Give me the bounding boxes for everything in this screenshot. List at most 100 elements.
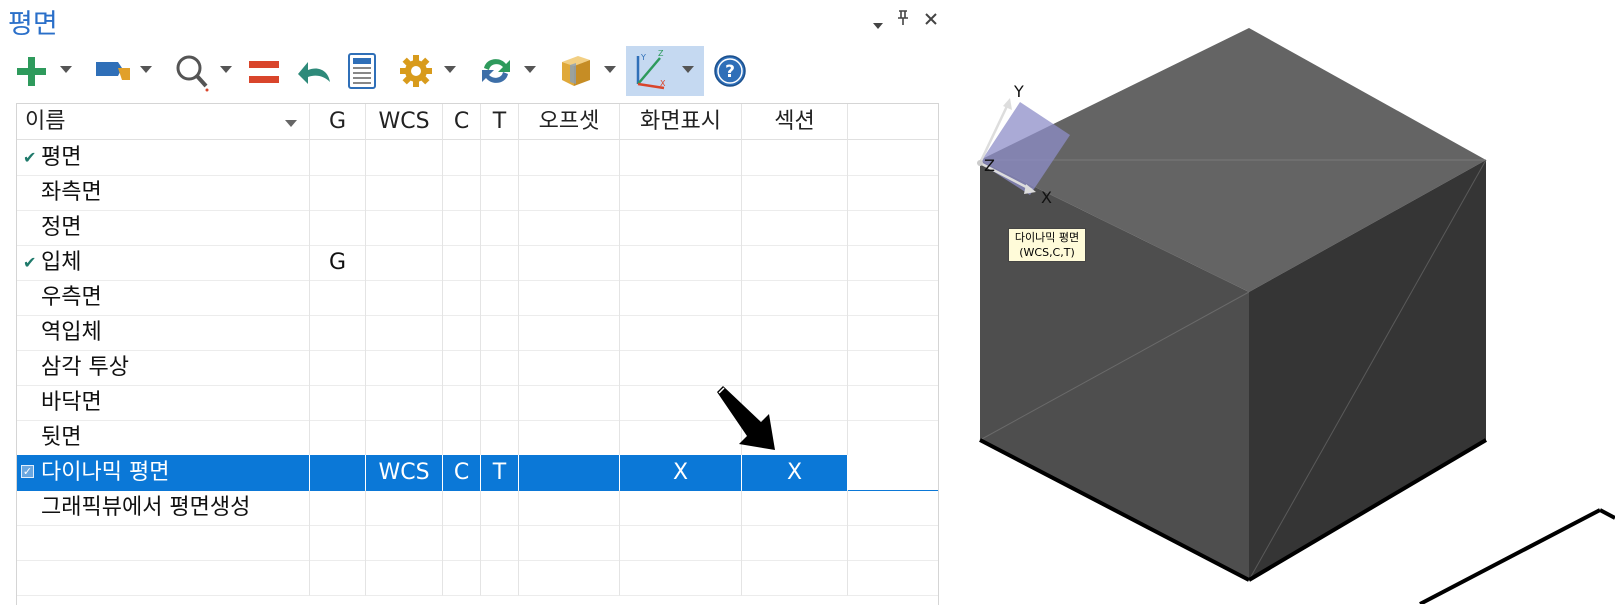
cell-t xyxy=(481,140,519,176)
box-icon xyxy=(562,56,590,86)
cell-section xyxy=(742,560,848,596)
cell-section xyxy=(742,525,848,561)
refresh-icon xyxy=(482,59,510,83)
table-row[interactable] xyxy=(17,525,938,561)
cell-t xyxy=(481,350,519,386)
plane-name: 좌측면 xyxy=(41,180,102,205)
add-icon xyxy=(17,57,46,86)
cell-name[interactable]: ✔ 평면 xyxy=(17,140,310,176)
cell-name[interactable]: 좌측면 xyxy=(17,175,310,211)
cell-c xyxy=(443,490,481,526)
dynamic-plane-axes-button[interactable]: Y Z X xyxy=(626,46,704,96)
cell-section xyxy=(742,280,848,316)
cell-filler xyxy=(848,560,938,596)
cell-offset xyxy=(519,490,620,526)
cell-display xyxy=(620,210,742,246)
column-header-t[interactable]: T xyxy=(481,104,519,140)
table-row[interactable]: ✔ 평면 xyxy=(17,140,938,176)
pin-icon[interactable] xyxy=(897,10,909,31)
calculator-button[interactable] xyxy=(346,46,386,96)
svg-text:Z: Z xyxy=(658,49,664,58)
cell-offset xyxy=(519,350,620,386)
cell-name[interactable]: 역입체 xyxy=(17,315,310,351)
help-icon: ? xyxy=(714,55,746,87)
table-row[interactable]: 역입체 xyxy=(17,315,938,351)
calculator-icon xyxy=(348,53,376,89)
cell-name[interactable]: 정면 xyxy=(17,210,310,246)
cell-wcs xyxy=(366,490,443,526)
add-plane-button[interactable] xyxy=(14,46,78,96)
chevron-down-icon xyxy=(60,66,72,73)
plane-name: 역입체 xyxy=(41,320,102,345)
chevron-down-icon xyxy=(873,23,883,29)
cell-display xyxy=(620,245,742,281)
pointer-arrow-icon xyxy=(717,386,775,450)
cell-offset xyxy=(519,210,620,246)
equal-icon xyxy=(249,61,279,83)
column-header-g[interactable]: G xyxy=(310,104,366,140)
cell-c xyxy=(443,560,481,596)
cell-wcs xyxy=(366,350,443,386)
table-row[interactable]: 바닥면 xyxy=(17,385,938,421)
cell-offset xyxy=(519,525,620,561)
table-row[interactable]: 뒷면 xyxy=(17,420,938,456)
help-button[interactable]: ? xyxy=(710,46,750,96)
cell-name[interactable]: 삼각 투상 xyxy=(17,350,310,386)
cell-name[interactable]: 우측면 xyxy=(17,280,310,316)
column-header-c[interactable]: C xyxy=(443,104,481,140)
cell-t xyxy=(481,385,519,421)
cell-name[interactable] xyxy=(17,525,310,561)
search-button[interactable] xyxy=(172,46,238,96)
cell-display xyxy=(620,525,742,561)
cell-filler xyxy=(848,490,938,526)
table-row[interactable]: ✓ 다이나믹 평면 WCS C T X X xyxy=(17,455,938,491)
equal-button[interactable] xyxy=(246,46,286,96)
panel-menu-dropdown-icon[interactable] xyxy=(872,16,884,36)
cell-name[interactable]: 뒷면 xyxy=(17,420,310,456)
column-header-name[interactable]: 이름 xyxy=(17,104,310,140)
settings-button[interactable] xyxy=(396,46,462,96)
column-header-section[interactable]: 섹션 xyxy=(742,104,848,140)
cell-g xyxy=(310,175,366,211)
cell-t xyxy=(481,490,519,526)
column-header-filler xyxy=(848,104,938,140)
cell-filler xyxy=(848,455,938,491)
svg-text:?: ? xyxy=(725,62,735,82)
cell-offset xyxy=(519,140,620,176)
cell-wcs xyxy=(366,140,443,176)
column-header-wcs[interactable]: WCS xyxy=(366,104,443,140)
cell-display xyxy=(620,175,742,211)
cell-section: X xyxy=(742,455,848,491)
table-row[interactable]: 좌측면 xyxy=(17,175,938,211)
cell-name[interactable] xyxy=(17,560,310,596)
undo-button[interactable] xyxy=(296,46,336,96)
table-row[interactable]: ✔ 입체 G xyxy=(17,245,938,281)
cell-name[interactable]: 그래픽뷰에서 평면생성 xyxy=(17,490,310,526)
cell-display: X xyxy=(620,455,742,491)
cell-name[interactable]: 바닥면 xyxy=(17,385,310,421)
refresh-button[interactable] xyxy=(476,46,542,96)
table-row[interactable]: 정면 xyxy=(17,210,938,246)
cell-offset xyxy=(519,280,620,316)
close-icon[interactable] xyxy=(924,10,938,30)
cell-c xyxy=(443,210,481,246)
table-row[interactable]: 그래픽뷰에서 평면생성 xyxy=(17,490,938,526)
panel-title: 평면 xyxy=(8,9,58,40)
cell-name[interactable]: ✔ 입체 xyxy=(17,245,310,281)
table-row[interactable]: 우측면 xyxy=(17,280,938,316)
cell-name[interactable]: ✓ 다이나믹 평면 xyxy=(17,455,310,491)
undo-icon xyxy=(298,62,330,84)
cell-c xyxy=(443,420,481,456)
table-row[interactable]: 삼각 투상 xyxy=(17,350,938,386)
plane-name: 그래픽뷰에서 평면생성 xyxy=(41,495,251,520)
view-cube-button[interactable] xyxy=(556,46,622,96)
cell-section xyxy=(742,245,848,281)
plane-name: 우측면 xyxy=(41,285,102,310)
flag-button[interactable] xyxy=(92,46,158,96)
svg-text:Y: Y xyxy=(640,53,646,62)
column-header-display[interactable]: 화면표시 xyxy=(620,104,742,140)
table-row[interactable] xyxy=(17,560,938,596)
column-header-offset[interactable]: 오프셋 xyxy=(519,104,620,140)
cell-t xyxy=(481,420,519,456)
cell-g xyxy=(310,385,366,421)
